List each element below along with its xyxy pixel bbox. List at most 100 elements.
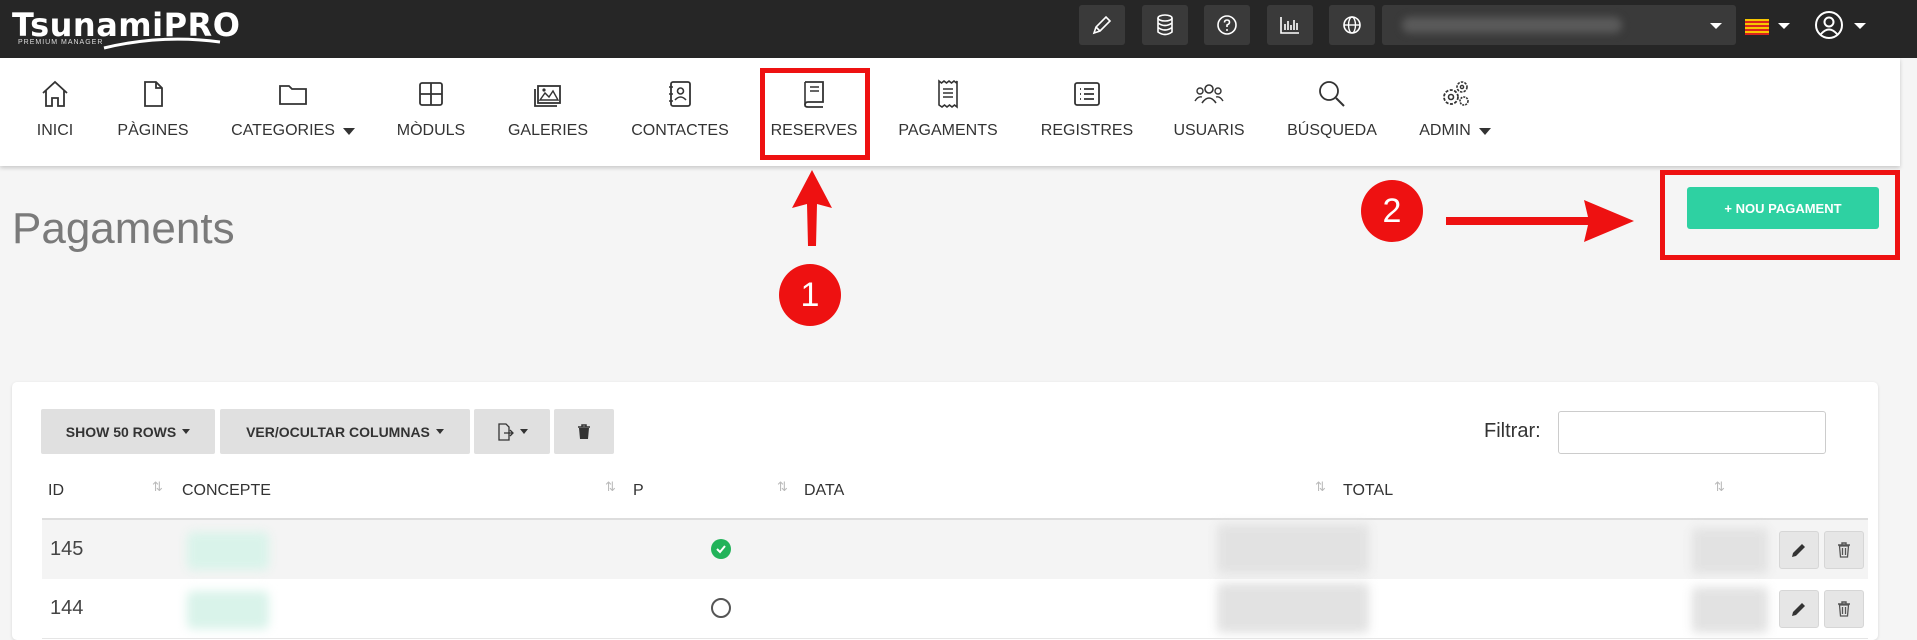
- filter-input[interactable]: [1558, 411, 1826, 454]
- catalan-flag-icon[interactable]: [1745, 19, 1769, 35]
- gears-icon: [1443, 81, 1469, 106]
- nav-item-admin[interactable]: ADMIN: [1415, 78, 1495, 148]
- payments-table-card: SHOW 50 ROWS VER/OCULTAR COLUMNAS Filtra…: [12, 382, 1878, 640]
- row-date: [1217, 583, 1369, 633]
- nav-label: INICI: [36, 122, 74, 139]
- row-divider: [42, 638, 1868, 639]
- list-icon: [1074, 82, 1100, 106]
- file-icon: [144, 81, 163, 107]
- row-concepte-link[interactable]: [187, 591, 269, 629]
- chevron-down-icon: [1710, 23, 1722, 29]
- nav-item-categories[interactable]: CATEGORIES: [228, 78, 358, 148]
- users-icon: [1194, 84, 1224, 104]
- logo[interactable]: TsunamiPRO PREMIUM MANAGER: [12, 6, 252, 52]
- table-row[interactable]: 144: [42, 579, 1868, 638]
- site-selector[interactable]: [1382, 5, 1736, 45]
- unpaid-circle-icon: [711, 598, 731, 618]
- top-bar: TsunamiPRO PREMIUM MANAGER: [0, 0, 1917, 58]
- row-id: 144: [50, 597, 84, 619]
- stats-button[interactable]: [1267, 5, 1313, 45]
- folder-icon: [279, 85, 307, 105]
- sort-icon[interactable]: ⇅: [777, 479, 788, 495]
- edit-row-button[interactable]: [1779, 590, 1819, 628]
- trash-icon: [1838, 601, 1850, 617]
- logo-subtitle: PREMIUM MANAGER: [18, 39, 104, 46]
- search-icon: [1319, 81, 1345, 107]
- paid-check-icon: [711, 539, 731, 559]
- row-concepte-link[interactable]: [187, 532, 269, 570]
- nav-label-text: ADMIN: [1419, 122, 1471, 139]
- highlight-reserves: [760, 68, 870, 160]
- bulk-delete-button[interactable]: [554, 409, 614, 454]
- chevron-down-icon: [342, 127, 355, 135]
- annotation-arrow-up-icon: [792, 170, 832, 246]
- pencil-icon: [1792, 603, 1805, 616]
- column-header-total[interactable]: TOTAL: [1343, 482, 1393, 500]
- nav-label: PAGAMENTS: [898, 122, 998, 139]
- help-button[interactable]: [1204, 5, 1250, 45]
- stats-icon: [1280, 17, 1299, 34]
- globe-icon: [1343, 16, 1361, 34]
- annotation-step-1: 1: [779, 264, 841, 326]
- edit-row-button[interactable]: [1779, 531, 1819, 569]
- nav-label: BÚSQUEDA: [1287, 122, 1377, 139]
- nav-item-pagaments[interactable]: PAGAMENTS: [898, 78, 998, 148]
- contact-book-icon: [669, 81, 691, 107]
- nav-item-moduls[interactable]: MÒDULS: [396, 78, 466, 148]
- row-id: 145: [50, 538, 84, 560]
- nav-label-text: CATEGORIES: [231, 122, 335, 139]
- column-header-p[interactable]: P: [633, 482, 644, 500]
- help-icon: [1217, 15, 1237, 35]
- sort-icon[interactable]: ⇅: [605, 479, 616, 495]
- trash-icon: [1838, 542, 1850, 558]
- chevron-down-icon[interactable]: [1854, 23, 1866, 29]
- nav-item-pagines[interactable]: PÀGINES: [113, 78, 193, 148]
- trash-icon: [578, 423, 590, 439]
- highlight-new-payment: [1660, 170, 1900, 260]
- chevron-down-icon[interactable]: [1778, 23, 1790, 29]
- nav-item-inici[interactable]: INICI: [30, 78, 80, 148]
- table-row[interactable]: 145: [42, 520, 1868, 579]
- nav-label: GALERIES: [507, 122, 589, 139]
- site-selector-value: [1402, 17, 1622, 33]
- sort-icon[interactable]: ⇅: [1714, 479, 1725, 495]
- nav-item-busqueda[interactable]: BÚSQUEDA: [1287, 78, 1377, 148]
- show-rows-label: SHOW 50 ROWS: [65, 423, 177, 440]
- delete-row-button[interactable]: [1824, 531, 1864, 569]
- edit-button[interactable]: [1079, 5, 1125, 45]
- column-header-id[interactable]: ID: [48, 482, 64, 500]
- nav-item-contactes[interactable]: CONTACTES: [628, 78, 732, 148]
- sort-icon[interactable]: ⇅: [152, 479, 163, 495]
- nav-item-galeries[interactable]: GALERIES: [508, 78, 588, 148]
- main-nav: INICI PÀGINES CATEGORIES MÒDULS GALERIES…: [0, 58, 1900, 166]
- column-header-data[interactable]: DATA: [804, 482, 844, 500]
- row-total: [1692, 528, 1768, 574]
- nav-label: MÒDULS: [396, 122, 466, 139]
- nav-item-registres[interactable]: REGISTRES: [1040, 78, 1134, 148]
- chevron-down-icon: [435, 429, 444, 434]
- export-button[interactable]: [474, 409, 550, 454]
- user-circle-icon[interactable]: [1814, 10, 1844, 40]
- language-globe-button[interactable]: [1329, 5, 1375, 45]
- database-icon: [1157, 14, 1173, 36]
- database-button[interactable]: [1142, 5, 1188, 45]
- nav-label: REGISTRES: [1040, 122, 1134, 139]
- chevron-down-icon: [520, 429, 528, 434]
- nav-item-usuaris[interactable]: USUARIS: [1173, 78, 1245, 148]
- show-rows-button[interactable]: SHOW 50 ROWS: [41, 409, 215, 454]
- toggle-columns-button[interactable]: VER/OCULTAR COLUMNAS: [220, 409, 470, 454]
- row-total: [1692, 587, 1768, 633]
- pencil-icon: [1792, 544, 1805, 557]
- sort-icon[interactable]: ⇅: [1315, 479, 1326, 495]
- home-icon: [42, 80, 68, 107]
- nav-label: ADMIN: [1419, 122, 1491, 140]
- annotation-arrow-right-icon: [1446, 200, 1634, 242]
- grid-icon: [419, 82, 443, 106]
- receipt-icon: [938, 79, 958, 109]
- chevron-down-icon: [182, 429, 191, 434]
- pencil-icon: [1092, 15, 1112, 35]
- delete-row-button[interactable]: [1824, 590, 1864, 628]
- export-icon: [498, 422, 514, 441]
- column-header-concepte[interactable]: CONCEPTE: [182, 482, 271, 500]
- chevron-down-icon: [1478, 127, 1491, 135]
